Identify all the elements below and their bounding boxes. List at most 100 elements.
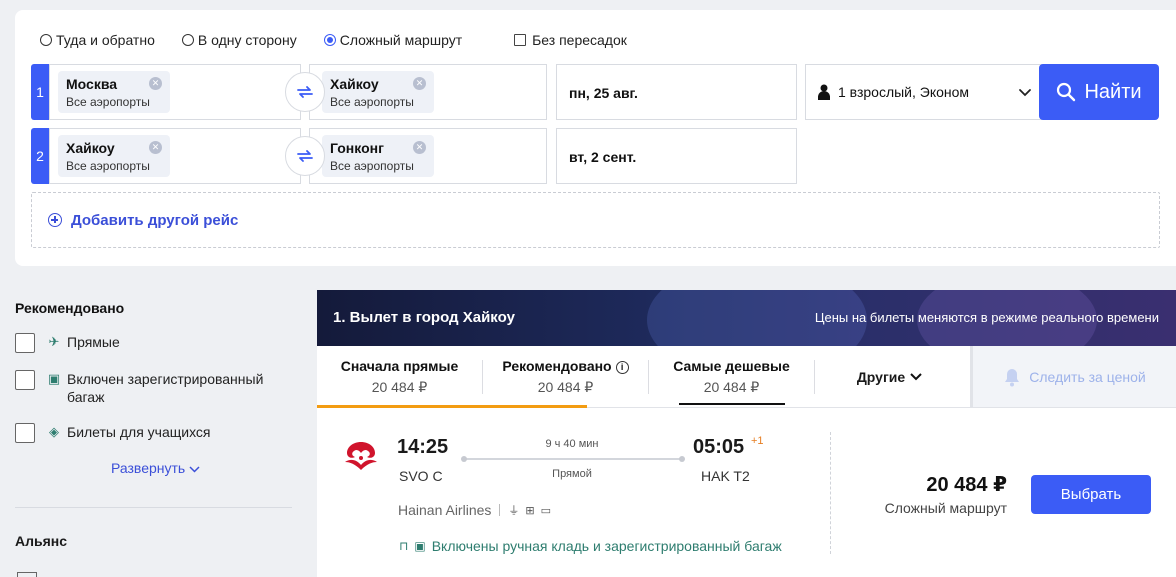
filter-baggage[interactable]: ▣ Включен зарегистрированный багаж xyxy=(15,370,295,406)
city-airports: Все аэропорты xyxy=(66,95,150,109)
radio-circle xyxy=(40,34,52,46)
city-chip: Гонконг Все аэропорты ✕ xyxy=(322,135,434,177)
swap-button[interactable] xyxy=(285,136,325,176)
chevron-down-icon xyxy=(189,466,200,473)
leg-row-2: 2 Хайкоу Все аэропорты ✕ Гонконг Все аэр… xyxy=(31,128,1161,184)
banner-note: Цены на билеты меняются в режиме реально… xyxy=(814,310,1159,325)
radio-round-trip[interactable]: Туда и обратно xyxy=(40,32,155,48)
leg-number: 1 xyxy=(31,64,49,120)
swap-icon xyxy=(297,150,313,162)
screen-icon: ▭ xyxy=(540,504,552,517)
others-label: Другие xyxy=(856,368,906,385)
power-outlet-icon: ⏚ xyxy=(508,505,520,517)
flight-duration: 9 ч 40 мин xyxy=(545,438,599,450)
clear-icon[interactable]: ✕ xyxy=(149,141,162,154)
tab-others[interactable]: Другие xyxy=(814,346,966,407)
results-panel: 1. Вылет в город Хайкоу Цены на билеты м… xyxy=(317,290,1176,577)
filter-label: Билеты для учащихся xyxy=(67,424,211,440)
checkbox[interactable] xyxy=(15,370,35,390)
radio-label: Туда и обратно xyxy=(56,32,155,48)
clear-icon[interactable]: ✕ xyxy=(413,141,426,154)
trip-type-selector: Туда и обратно В одну сторону Сложный ма… xyxy=(40,32,627,48)
departure-time: 14:25 xyxy=(397,436,449,458)
city-airports: Все аэропорты xyxy=(330,95,414,109)
chevron-down-icon xyxy=(1019,89,1031,97)
checkbox-box xyxy=(514,34,527,46)
stops-info: Прямой xyxy=(552,468,592,480)
find-button[interactable]: Найти xyxy=(1039,64,1159,120)
price-watch-button[interactable]: Следить за ценой xyxy=(970,346,1176,407)
sort-tabs: Сначала прямые 20 484 ₽ Рекомендовано i 2… xyxy=(317,346,1176,408)
radio-one-way[interactable]: В одну сторону xyxy=(181,32,297,48)
tab-cheapest[interactable]: Самые дешевые 20 484 ₽ xyxy=(649,346,814,407)
checkbox[interactable] xyxy=(15,423,35,443)
plus-circle-icon xyxy=(48,213,62,227)
luggage-icon: ▣ xyxy=(414,539,426,553)
checkbox[interactable] xyxy=(15,333,35,353)
expand-filters-link[interactable]: Развернуть xyxy=(111,460,295,476)
date-field[interactable]: вт, 2 сент. xyxy=(556,128,797,184)
airline-name: Hainan Airlines xyxy=(398,502,492,518)
destination-field[interactable]: Гонконг Все аэропорты ✕ xyxy=(309,128,547,184)
arrival-time: 05:05 xyxy=(693,436,745,458)
filters-sidebar: Рекомендовано ✈ Прямые ▣ Включен зарегис… xyxy=(15,300,295,577)
watch-label: Следить за ценой xyxy=(1029,368,1146,385)
filter-direct[interactable]: ✈ Прямые xyxy=(15,333,295,353)
tab-price: 20 484 ₽ xyxy=(371,379,428,395)
radio-label: В одну сторону xyxy=(197,32,297,48)
radio-multi-city[interactable]: Сложный маршрут xyxy=(323,32,462,48)
add-leg-label: Добавить другой рейс xyxy=(71,211,239,229)
clear-icon[interactable]: ✕ xyxy=(149,77,162,90)
hainan-airlines-logo-icon xyxy=(345,442,377,470)
select-button[interactable]: Выбрать xyxy=(1031,475,1151,514)
next-day-badge: +1 xyxy=(751,435,764,447)
filter-section-title: Рекомендовано xyxy=(15,300,125,316)
tab-label: Сначала прямые xyxy=(340,358,459,374)
swap-icon xyxy=(297,86,313,98)
nonstop-checkbox[interactable]: Без пересадок xyxy=(514,32,627,48)
student-icon: ◈ xyxy=(49,424,59,439)
city-chip: Хайкоу Все аэропорты ✕ xyxy=(322,71,434,113)
filter-section-title: Альянс xyxy=(15,533,68,549)
ticket-price: 20 484 ₽ xyxy=(926,474,1007,496)
city-chip: Хайкоу Все аэропорты ✕ xyxy=(58,135,170,177)
checkbox[interactable] xyxy=(17,572,37,577)
origin-field[interactable]: Москва Все аэропорты ✕ xyxy=(49,64,301,120)
departure-airport: SVO C xyxy=(399,468,443,484)
hand-luggage-icon: ⊓ xyxy=(399,539,409,553)
info-icon[interactable]: i xyxy=(615,361,629,374)
city-chip: Москва Все аэропорты ✕ xyxy=(58,71,170,113)
banner-title: 1. Вылет в город Хайкоу xyxy=(333,309,515,326)
ticket-card[interactable]: 14:25 SVO C 9 ч 40 мин Прямой 05:05 +1 H… xyxy=(317,408,1176,577)
tab-recommended[interactable]: Рекомендовано i 20 484 ₽ xyxy=(483,346,648,407)
baggage-text: Включены ручная кладь и зарегистрированн… xyxy=(431,538,782,554)
destination-field[interactable]: Хайкоу Все аэропорты ✕ xyxy=(309,64,547,120)
chevron-down-icon xyxy=(910,372,922,380)
clear-icon[interactable]: ✕ xyxy=(413,77,426,90)
divider xyxy=(830,432,831,554)
search-form: Туда и обратно В одну сторону Сложный ма… xyxy=(15,10,1176,266)
active-tab-underline xyxy=(679,403,785,405)
origin-field[interactable]: Хайкоу Все аэропорты ✕ xyxy=(49,128,301,184)
tab-price: 20 484 ₽ xyxy=(537,379,594,395)
expand-label: Развернуть xyxy=(111,460,186,476)
date-field[interactable]: пн, 25 авг. xyxy=(556,64,797,120)
tab-price: 20 484 ₽ xyxy=(703,379,760,395)
filter-students[interactable]: ◈ Билеты для учащихся xyxy=(15,423,295,443)
search-icon xyxy=(1057,82,1076,102)
tab-direct-first[interactable]: Сначала прямые 20 484 ₽ xyxy=(317,346,482,407)
bell-icon xyxy=(1005,368,1020,386)
tab-label: Самые дешевые xyxy=(673,358,790,374)
route-line xyxy=(461,456,685,462)
seat-icon: ⊞ xyxy=(525,504,535,517)
swap-button[interactable] xyxy=(285,72,325,112)
luggage-icon: ▣ xyxy=(47,371,61,386)
checkbox-label: Без пересадок xyxy=(532,32,627,48)
passengers-field[interactable]: 1 взрослый, Эконом xyxy=(805,64,1047,120)
leg-row-1: 1 Москва Все аэропорты ✕ Хайкоу Все аэро… xyxy=(31,64,1161,120)
passengers-label: 1 взрослый, Эконом xyxy=(838,84,970,100)
add-leg-button[interactable]: Добавить другой рейс xyxy=(31,192,1160,248)
find-label: Найти xyxy=(1084,80,1142,103)
city-airports: Все аэропорты xyxy=(66,159,150,173)
radio-circle xyxy=(323,34,336,46)
